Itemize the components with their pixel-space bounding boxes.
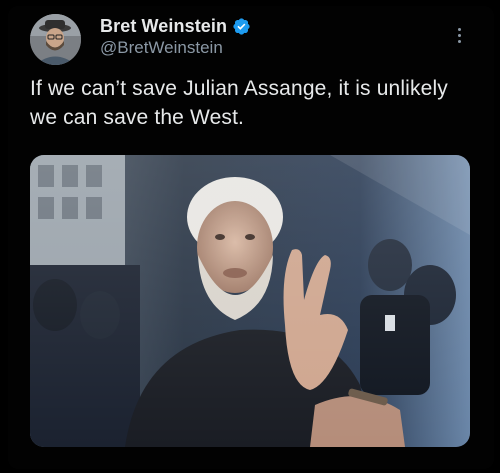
photo-illustration: [30, 155, 470, 447]
verified-badge-icon: [232, 17, 251, 36]
author-handle[interactable]: @BretWeinstein: [100, 38, 223, 58]
author-display-name[interactable]: Bret Weinstein: [100, 16, 227, 37]
avatar[interactable]: [30, 14, 81, 65]
tweet-screenshot: Bret Weinstein @BretWeinstein If we can’…: [0, 0, 500, 473]
tweet-text: If we can’t save Julian Assange, it is u…: [30, 77, 448, 129]
avatar-image: [30, 14, 81, 65]
author-name-row[interactable]: Bret Weinstein: [100, 14, 251, 38]
dot: [457, 39, 461, 43]
tweet-photo[interactable]: [30, 155, 470, 447]
dot: [457, 27, 461, 31]
more-options-icon[interactable]: [450, 18, 468, 52]
dot: [457, 33, 461, 37]
